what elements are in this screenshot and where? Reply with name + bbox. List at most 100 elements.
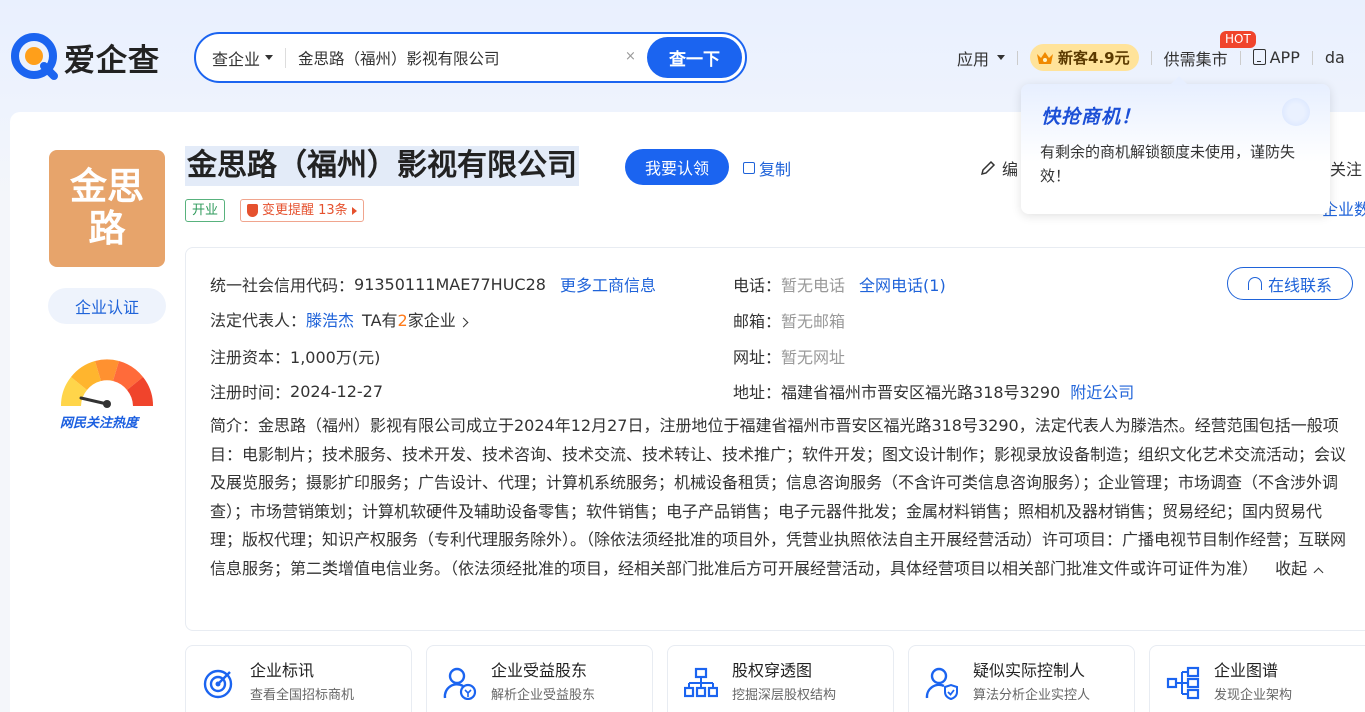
chevron-down-icon: [265, 55, 274, 60]
legal-ta-suffix: 家企业: [407, 311, 456, 330]
feature-card-equity[interactable]: 股权穿透图 挖掘深层股权结构: [667, 645, 894, 712]
crown-icon: [1037, 51, 1054, 64]
phone-label: 电话：: [733, 276, 782, 295]
vip-offer-label: 新客4.9元: [1058, 49, 1130, 67]
more-info-link[interactable]: 更多工商信息: [560, 272, 656, 296]
search-input[interactable]: [298, 48, 599, 67]
legal-rep-label: 法定代表人：: [210, 311, 307, 330]
clear-icon[interactable]: ×: [622, 48, 639, 65]
popup-title: 快抢商机！: [1041, 106, 1142, 128]
alert-shield-icon: [247, 204, 258, 217]
company-avatar-text: 金思路: [70, 165, 144, 250]
company-intro-text: 简介：金思路（福州）影视有限公司成立于2024年12月27日，注册地位于福建省福…: [210, 416, 1347, 578]
feature-subtitle: 查看全国招标商机: [250, 688, 355, 703]
capital-label: 注册资本：: [210, 348, 291, 367]
popup-text: 有剩余的商机解锁额度未使用，谨防失效！: [1040, 143, 1296, 185]
website-label: 网址：: [733, 348, 782, 367]
reg-date-label: 注册时间：: [210, 383, 291, 402]
capital-value: 1,000万(元): [290, 348, 381, 367]
feature-title: 企业标讯: [250, 661, 315, 680]
chevron-down-icon: [997, 55, 1006, 60]
online-contact-label: 在线联系: [1267, 275, 1332, 295]
feature-title: 疑似实际控制人: [973, 661, 1086, 680]
search-type-label: 查企业: [212, 49, 261, 69]
email-value: 暂无邮箱: [781, 312, 846, 331]
website-row: 网址： 暂无网址: [733, 344, 845, 368]
credit-code-value: 91350111MAE77HUC28: [354, 274, 546, 294]
headset-icon: [1247, 277, 1262, 290]
nav-divider: [1311, 50, 1313, 65]
nav-app-label: APP: [1269, 48, 1300, 67]
vip-offer-button[interactable]: 新客4.9元: [1030, 44, 1139, 71]
feature-card-beneficiary[interactable]: 企业受益股东 解析企业受益股东: [426, 645, 653, 712]
search-divider: [285, 47, 287, 68]
email-row: 邮箱： 暂无邮箱: [733, 308, 845, 332]
legal-ta-count: 2: [397, 311, 408, 330]
chevron-right-icon: [458, 317, 469, 328]
hot-badge: HOT: [1220, 31, 1256, 48]
company-avatar: 金思路: [49, 150, 165, 267]
feature-card-controller[interactable]: 疑似实际控制人 算法分析企业实控人: [908, 645, 1135, 712]
feature-subtitle: 算法分析企业实控人: [973, 688, 1091, 703]
change-alert-label: 变更提醒 13条: [262, 203, 348, 218]
nav-apps[interactable]: 应用: [957, 46, 1006, 70]
user-shield-icon: [925, 667, 958, 700]
online-contact-button[interactable]: 在线联系: [1227, 267, 1353, 300]
copy-button[interactable]: 复制: [743, 156, 791, 180]
collapse-label: 收起: [1275, 558, 1308, 578]
all-phones-link[interactable]: 全网电话(1): [859, 272, 946, 296]
feature-card-bidding[interactable]: 企业标讯 查看全国招标商机: [185, 645, 412, 712]
company-name: 金思路（福州）影视有限公司: [185, 146, 579, 186]
nearby-companies-link[interactable]: 附近公司: [1070, 379, 1134, 403]
opportunity-popup[interactable]: 快抢商机！ 有剩余的商机解锁额度未使用，谨防失效！: [1021, 76, 1330, 214]
claim-button[interactable]: 我要认领: [625, 149, 729, 185]
credit-code-label: 统一社会信用代码：: [210, 276, 355, 295]
edit-button[interactable]: 编: [980, 156, 1018, 180]
heat-label: 网民关注热度: [60, 416, 139, 431]
triangle-right-icon: [351, 206, 357, 215]
phone-row: 电话： 暂无电话 全网电话(1): [733, 272, 946, 296]
nav-divider: [1150, 50, 1152, 65]
capital-row: 注册资本： 1,000万(元): [210, 344, 380, 368]
phone-value: 暂无电话: [781, 276, 846, 295]
user-coin-icon: [443, 667, 477, 700]
edit-label: 编: [1002, 160, 1019, 179]
bulb-icon: [1282, 98, 1310, 126]
follow-button[interactable]: 关注: [1330, 156, 1362, 180]
feature-subtitle: 解析企业受益股东: [491, 688, 596, 703]
status-badge: 开业: [185, 199, 226, 222]
search-button[interactable]: 查一下: [647, 37, 742, 78]
chevron-up-icon: [1313, 567, 1324, 578]
nav-divider: [1239, 50, 1241, 65]
nav-apps-label: 应用: [957, 49, 990, 69]
search-bar: 查企业 × 查一下: [194, 32, 747, 83]
legal-rep-companies[interactable]: TA有2家企业: [362, 307, 469, 331]
org-chart-icon: [684, 667, 718, 698]
company-intro: 简介：金思路（福州）影视有限公司成立于2024年12月27日，注册地位于福建省福…: [210, 412, 1346, 584]
nav-user[interactable]: da: [1325, 48, 1345, 67]
nav-market[interactable]: 供需集市: [1164, 46, 1228, 70]
target-icon: [203, 669, 233, 699]
pencil-icon: [980, 160, 996, 176]
address-value: 福建省福州市晋安区福光路318号3290: [781, 383, 1061, 402]
change-alert-badge[interactable]: 变更提醒 13条: [240, 199, 364, 222]
reg-date-row: 注册时间： 2024-12-27: [210, 379, 383, 403]
feature-title: 企业图谱: [1214, 661, 1279, 680]
legal-rep-link[interactable]: 滕浩杰: [306, 307, 354, 331]
logo-q-icon: [11, 33, 58, 80]
feature-card-graph[interactable]: 企业图谱 发现企业架构: [1149, 645, 1365, 712]
feature-subtitle: 发现企业架构: [1214, 688, 1293, 703]
nav-divider: [1017, 50, 1019, 65]
credit-code-row: 统一社会信用代码： 91350111MAE77HUC28 更多工商信息: [210, 272, 656, 296]
collapse-toggle[interactable]: 收起: [1275, 558, 1324, 578]
nav-app[interactable]: APP: [1252, 48, 1300, 67]
address-row: 地址： 福建省福州市晋安区福光路318号3290 附近公司: [733, 379, 1134, 403]
search-type-select[interactable]: 查企业: [212, 46, 274, 70]
brand-logo[interactable]: 爱企查: [10, 32, 160, 82]
copy-label: 复制: [759, 160, 792, 179]
legal-rep-row: 法定代表人： 滕浩杰 TA有2家企业: [210, 307, 469, 331]
heat-gauge-icon: [60, 359, 154, 408]
website-value: 暂无网址: [781, 348, 846, 367]
enterprise-cert-button[interactable]: 企业认证: [48, 288, 166, 324]
copy-icon: [743, 162, 755, 174]
